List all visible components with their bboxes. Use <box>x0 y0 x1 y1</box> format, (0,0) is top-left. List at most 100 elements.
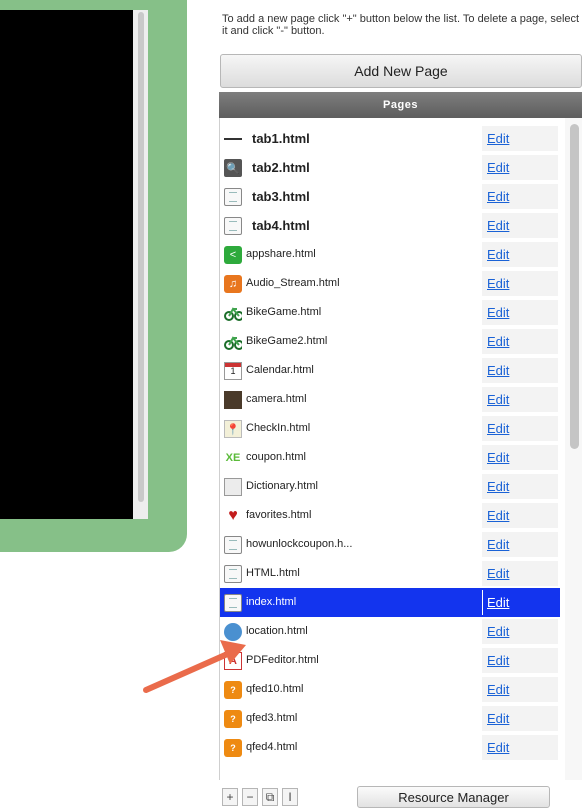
page-row[interactable]: 1 Calendar.html Edit <box>220 356 560 385</box>
pages-list: tab1.html Edit 🔍 tab2.html Edit tab3.html Edit… <box>219 118 582 780</box>
edit-page-link[interactable]: Edit <box>487 472 509 501</box>
page-name: HTML.html <box>246 567 300 579</box>
page-row[interactable]: BikeGame.html Edit <box>220 298 560 327</box>
page-name: coupon.html <box>246 451 306 463</box>
edit-page-link[interactable]: Edit <box>487 124 509 153</box>
edit-page-link[interactable]: Edit <box>487 356 509 385</box>
coupon-icon: XE <box>225 452 241 464</box>
edit-page-link[interactable]: Edit <box>487 559 509 588</box>
camera-icon <box>224 391 242 409</box>
document-icon <box>224 217 242 235</box>
page-name: BikeGame.html <box>246 306 322 318</box>
page-row[interactable]: tab3.html Edit <box>220 182 560 211</box>
edit-page-link[interactable]: Edit <box>487 414 509 443</box>
location-icon <box>224 623 242 641</box>
pdf-icon: A <box>224 652 242 670</box>
page-row[interactable]: < appshare.html Edit <box>220 240 560 269</box>
page-row[interactable]: tab1.html Edit <box>220 124 560 153</box>
list-icon <box>224 130 242 148</box>
page-name: qfed10.html <box>246 683 304 695</box>
edit-page-link[interactable]: Edit <box>487 269 509 298</box>
page-name: PDFeditor.html <box>246 654 319 666</box>
page-row[interactable]: 📍 CheckIn.html Edit <box>220 414 560 443</box>
page-name: qfed4.html <box>246 741 298 753</box>
edit-page-link[interactable]: Edit <box>487 617 509 646</box>
page-name: Audio_Stream.html <box>246 277 340 289</box>
bike-icon <box>224 333 242 351</box>
page-row[interactable]: HTML.html Edit <box>220 559 560 588</box>
pages-list-scrollbar-thumb[interactable] <box>570 124 579 449</box>
edit-page-link[interactable]: Edit <box>487 704 509 733</box>
preview-scrollbar-thumb[interactable] <box>138 12 144 502</box>
share-icon: < <box>224 246 242 264</box>
remove-page-button[interactable]: − <box>242 788 258 806</box>
qfed-icon: ? <box>224 681 242 699</box>
edit-page-link[interactable]: Edit <box>487 501 509 530</box>
page-row[interactable]: XE coupon.html Edit <box>220 443 560 472</box>
page-name: camera.html <box>246 393 307 405</box>
edit-page-link[interactable]: Edit <box>487 443 509 472</box>
music-icon: ♫ <box>224 275 242 293</box>
page-name: CheckIn.html <box>246 422 311 434</box>
checkin-pin-icon: 📍 <box>224 420 242 438</box>
page-name: BikeGame2.html <box>246 335 328 347</box>
page-row[interactable]: howunlockcoupon.h... Edit <box>220 530 560 559</box>
pages-header: Pages <box>219 92 582 118</box>
edit-page-link[interactable]: Edit <box>487 675 509 704</box>
duplicate-page-button[interactable]: ⧉ <box>262 788 278 806</box>
page-row[interactable]: ? qfed4.html Edit <box>220 733 560 762</box>
page-row[interactable]: camera.html Edit <box>220 385 560 414</box>
heart-icon: ♥ <box>228 507 238 524</box>
rename-page-button[interactable]: I <box>282 788 298 806</box>
page-name: index.html <box>246 596 297 608</box>
page-row[interactable]: ? qfed10.html Edit <box>220 675 560 704</box>
page-name: tab4.html <box>252 218 310 233</box>
add-page-button[interactable]: + <box>222 788 238 806</box>
edit-page-link[interactable]: Edit <box>487 327 509 356</box>
edit-page-link[interactable]: Edit <box>487 385 509 414</box>
page-row[interactable]: A PDFeditor.html Edit <box>220 646 560 675</box>
page-row[interactable]: 🔍 tab2.html Edit <box>220 153 560 182</box>
edit-page-link[interactable]: Edit <box>487 211 509 240</box>
qfed-icon: ? <box>224 710 242 728</box>
edit-page-link[interactable]: Edit <box>487 298 509 327</box>
page-row[interactable]: ? qfed3.html Edit <box>220 704 560 733</box>
page-row[interactable]: index.html Edit <box>220 588 560 617</box>
edit-page-link[interactable]: Edit <box>487 530 509 559</box>
page-row[interactable]: ♫ Audio_Stream.html Edit <box>220 269 560 298</box>
page-row[interactable]: location.html Edit <box>220 617 560 646</box>
page-row[interactable]: tab4.html Edit <box>220 211 560 240</box>
calendar-icon: 1 <box>224 362 242 380</box>
page-name: Calendar.html <box>246 364 314 376</box>
edit-page-link[interactable]: Edit <box>487 153 509 182</box>
page-name: tab2.html <box>252 160 310 175</box>
page-row[interactable]: BikeGame2.html Edit <box>220 327 560 356</box>
edit-page-link[interactable]: Edit <box>487 588 509 617</box>
resource-manager-button[interactable]: Resource Manager <box>357 786 550 808</box>
page-name: tab3.html <box>252 189 310 204</box>
device-preview-screen <box>0 10 133 519</box>
page-name: Dictionary.html <box>246 480 318 492</box>
document-icon <box>224 594 242 612</box>
edit-page-link[interactable]: Edit <box>487 733 509 762</box>
instructions-text: To add a new page click "+" button below… <box>222 13 580 37</box>
page-row[interactable]: Dictionary.html Edit <box>220 472 560 501</box>
page-name: tab1.html <box>252 131 310 146</box>
page-row[interactable]: ♥ favorites.html Edit <box>220 501 560 530</box>
page-name: qfed3.html <box>246 712 298 724</box>
edit-page-link[interactable]: Edit <box>487 182 509 211</box>
page-name: favorites.html <box>246 509 312 521</box>
document-icon <box>224 565 242 583</box>
document-icon <box>224 188 242 206</box>
add-new-page-button[interactable]: Add New Page <box>220 54 582 88</box>
page-name: appshare.html <box>246 248 316 260</box>
document-icon <box>224 536 242 554</box>
page-name: location.html <box>246 625 308 637</box>
edit-page-link[interactable]: Edit <box>487 646 509 675</box>
page-name: howunlockcoupon.h... <box>246 538 353 550</box>
dictionary-icon <box>224 478 242 496</box>
edit-page-link[interactable]: Edit <box>487 240 509 269</box>
search-icon: 🔍 <box>224 159 242 177</box>
qfed-icon: ? <box>224 739 242 757</box>
bike-icon <box>224 304 242 322</box>
